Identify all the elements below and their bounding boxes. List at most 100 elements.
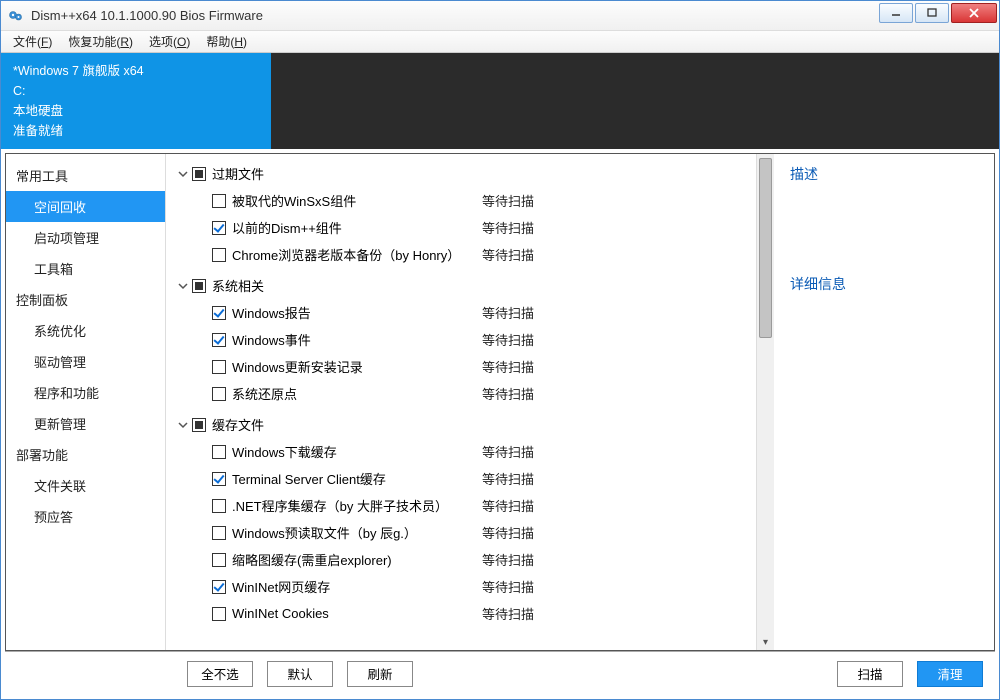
item-checkbox[interactable]	[212, 387, 226, 401]
tree-item[interactable]: 以前的Dism++组件等待扫描	[176, 214, 752, 241]
info-disk: 本地硬盘	[13, 101, 259, 121]
details-heading: 详细信息	[790, 274, 978, 294]
content: 常用工具空间回收启动项管理工具箱控制面板系统优化驱动管理程序和功能更新管理部署功…	[5, 153, 995, 651]
bottom-bar: 全不选 默认 刷新 扫描 清理	[5, 651, 995, 695]
expand-caret-icon[interactable]	[176, 279, 190, 293]
tree-item[interactable]: 系统还原点等待扫描	[176, 380, 752, 407]
scrollbar-thumb[interactable]	[759, 158, 772, 338]
group-checkbox[interactable]	[192, 279, 206, 293]
item-checkbox[interactable]	[212, 445, 226, 459]
tree-item-status: 等待扫描	[482, 218, 534, 237]
menu-文件[interactable]: 文件(F)	[5, 31, 60, 52]
sidebar-item-预应答[interactable]: 预应答	[6, 501, 165, 532]
item-checkbox[interactable]	[212, 526, 226, 540]
sidebar-item-系统优化[interactable]: 系统优化	[6, 315, 165, 346]
tree-item-label: 以前的Dism++组件	[232, 218, 482, 237]
tree-item-label: Windows预读取文件（by 辰g.）	[232, 523, 482, 542]
tree-item-label: Chrome浏览器老版本备份（by Honry）	[232, 245, 482, 264]
item-checkbox[interactable]	[212, 248, 226, 262]
tree-item[interactable]: WinINet网页缓存等待扫描	[176, 573, 752, 600]
tree-item-label: 缩略图缓存(需重启explorer)	[232, 550, 482, 569]
item-checkbox[interactable]	[212, 194, 226, 208]
menu-帮助[interactable]: 帮助(H)	[198, 31, 255, 52]
info-banner: *Windows 7 旗舰版 x64 C: 本地硬盘 准备就绪	[1, 53, 999, 149]
item-checkbox[interactable]	[212, 472, 226, 486]
tree-group-header[interactable]: 过期文件	[176, 160, 752, 187]
tree-area: 过期文件被取代的WinSxS组件等待扫描以前的Dism++组件等待扫描Chrom…	[166, 154, 774, 650]
sidebar-item-更新管理[interactable]: 更新管理	[6, 408, 165, 439]
tree-item-label: Terminal Server Client缓存	[232, 469, 482, 488]
tree-item-status: 等待扫描	[482, 357, 534, 376]
tree-group-header[interactable]: 缓存文件	[176, 411, 752, 438]
group-checkbox[interactable]	[192, 418, 206, 432]
item-checkbox[interactable]	[212, 499, 226, 513]
sidebar-item-文件关联[interactable]: 文件关联	[6, 470, 165, 501]
info-left[interactable]: *Windows 7 旗舰版 x64 C: 本地硬盘 准备就绪	[1, 53, 271, 149]
tree-item[interactable]: Chrome浏览器老版本备份（by Honry）等待扫描	[176, 241, 752, 268]
sidebar-item-空间回收[interactable]: 空间回收	[6, 191, 165, 222]
item-checkbox[interactable]	[212, 607, 226, 621]
tree-item-status: 等待扫描	[482, 577, 534, 596]
tree-group-header[interactable]: 系统相关	[176, 272, 752, 299]
maximize-button[interactable]	[915, 3, 949, 23]
item-checkbox[interactable]	[212, 580, 226, 594]
sidebar-item-程序和功能[interactable]: 程序和功能	[6, 377, 165, 408]
tree-group: 缓存文件Windows下载缓存等待扫描Terminal Server Clien…	[176, 411, 752, 627]
description-heading: 描述	[790, 164, 978, 184]
info-os: *Windows 7 旗舰版 x64	[13, 61, 259, 81]
menu-选项[interactable]: 选项(O)	[141, 31, 198, 52]
tree-item[interactable]: 被取代的WinSxS组件等待扫描	[176, 187, 752, 214]
item-checkbox[interactable]	[212, 221, 226, 235]
sidebar: 常用工具空间回收启动项管理工具箱控制面板系统优化驱动管理程序和功能更新管理部署功…	[6, 154, 166, 650]
refresh-button[interactable]: 刷新	[347, 661, 413, 687]
tree-item-status: 等待扫描	[482, 191, 534, 210]
tree-group-label: 过期文件	[212, 164, 264, 183]
tree-item-status: 等待扫描	[482, 496, 534, 515]
minimize-button[interactable]	[879, 3, 913, 23]
tree-item-label: .NET程序集缓存（by 大胖子技术员）	[232, 496, 482, 515]
tree-item[interactable]: Windows事件等待扫描	[176, 326, 752, 353]
sidebar-item-启动项管理[interactable]: 启动项管理	[6, 222, 165, 253]
tree-item-status: 等待扫描	[482, 245, 534, 264]
tree-item-status: 等待扫描	[482, 550, 534, 569]
expand-caret-icon[interactable]	[176, 167, 190, 181]
window-controls	[879, 1, 999, 30]
sidebar-group-header: 控制面板	[6, 284, 165, 315]
sidebar-item-驱动管理[interactable]: 驱动管理	[6, 346, 165, 377]
tree-item-status: 等待扫描	[482, 442, 534, 461]
tree-item-label: 系统还原点	[232, 384, 482, 403]
tree-group: 过期文件被取代的WinSxS组件等待扫描以前的Dism++组件等待扫描Chrom…	[176, 160, 752, 268]
vertical-scrollbar[interactable]: ▾	[756, 154, 774, 650]
scroll-down-icon[interactable]: ▾	[758, 634, 773, 650]
tree-item[interactable]: Windows报告等待扫描	[176, 299, 752, 326]
tree-item-status: 等待扫描	[482, 523, 534, 542]
close-button[interactable]	[951, 3, 997, 23]
sidebar-item-工具箱[interactable]: 工具箱	[6, 253, 165, 284]
tree-item[interactable]: 缩略图缓存(需重启explorer)等待扫描	[176, 546, 752, 573]
tree-group: 系统相关Windows报告等待扫描Windows事件等待扫描Windows更新安…	[176, 272, 752, 407]
menu-恢复功能[interactable]: 恢复功能(R)	[60, 31, 141, 52]
scan-button[interactable]: 扫描	[837, 661, 903, 687]
item-checkbox[interactable]	[212, 360, 226, 374]
item-checkbox[interactable]	[212, 306, 226, 320]
tree-item[interactable]: .NET程序集缓存（by 大胖子技术员）等待扫描	[176, 492, 752, 519]
menubar: 文件(F)恢复功能(R)选项(O)帮助(H)	[1, 31, 999, 53]
tree-item[interactable]: Windows更新安装记录等待扫描	[176, 353, 752, 380]
default-button[interactable]: 默认	[267, 661, 333, 687]
expand-caret-icon[interactable]	[176, 418, 190, 432]
tree-item-label: Windows更新安装记录	[232, 357, 482, 376]
info-right-dark	[271, 53, 999, 149]
clean-button[interactable]: 清理	[917, 661, 983, 687]
tree-view[interactable]: 过期文件被取代的WinSxS组件等待扫描以前的Dism++组件等待扫描Chrom…	[166, 154, 756, 650]
tree-group-label: 系统相关	[212, 276, 264, 295]
item-checkbox[interactable]	[212, 333, 226, 347]
tree-item[interactable]: Windows下载缓存等待扫描	[176, 438, 752, 465]
right-info-column: 描述 详细信息	[774, 154, 994, 650]
item-checkbox[interactable]	[212, 553, 226, 567]
deselect-all-button[interactable]: 全不选	[187, 661, 253, 687]
tree-item[interactable]: Windows预读取文件（by 辰g.）等待扫描	[176, 519, 752, 546]
tree-item[interactable]: WinINet Cookies等待扫描	[176, 600, 752, 627]
tree-item-status: 等待扫描	[482, 330, 534, 349]
group-checkbox[interactable]	[192, 167, 206, 181]
tree-item[interactable]: Terminal Server Client缓存等待扫描	[176, 465, 752, 492]
